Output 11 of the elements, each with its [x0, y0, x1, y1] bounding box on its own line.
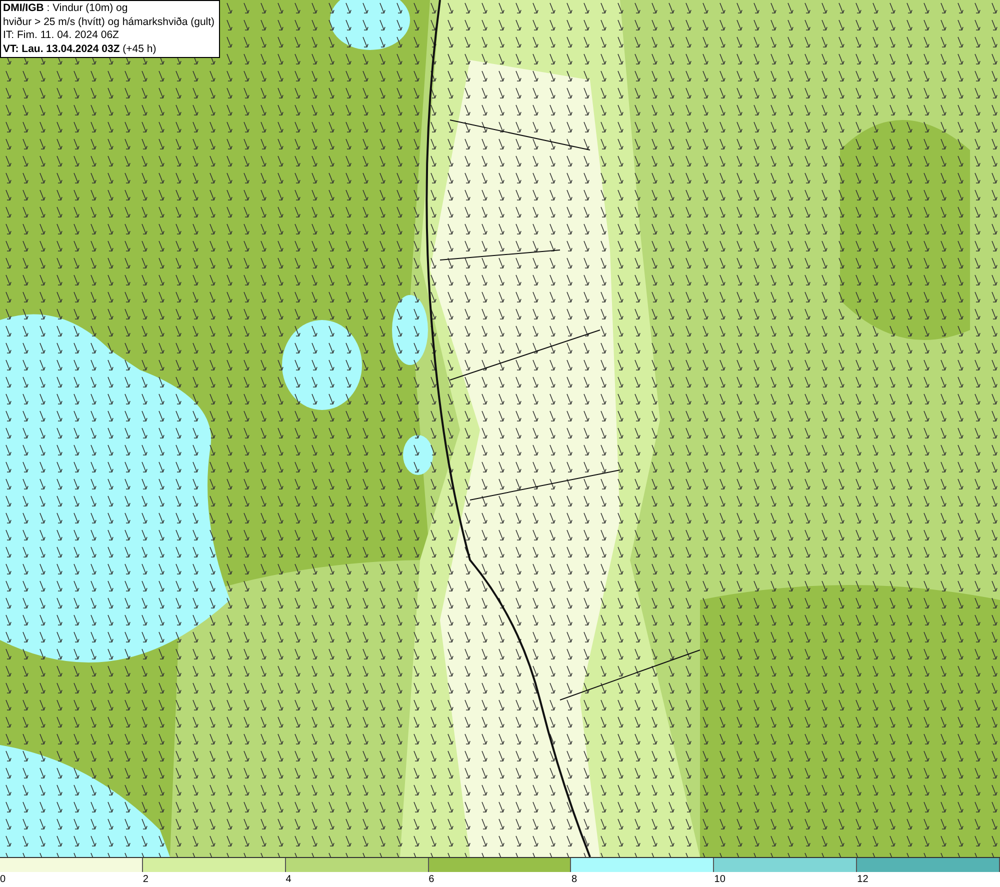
scale-tick-label: 0: [0, 874, 6, 885]
scale-tick-label: 4: [286, 874, 292, 885]
caption-line: VT: Lau. 13.04.2024 03Z (+45 h): [3, 42, 158, 56]
caption-line: hviður > 25 m/s (hvítt) og hámarkshviða (gult): [3, 16, 215, 29]
caption-line: IT: Fim. 11. 04. 2024 06Z: [3, 29, 120, 42]
caption-line: DMI/IGB : Vindur (10m) og: [3, 2, 129, 16]
scale-tick-label: 2: [142, 874, 148, 885]
scale-tick-label: 8: [571, 874, 577, 885]
scale-tick-label: 10: [714, 874, 726, 885]
scale-tick-label: 12: [857, 874, 868, 885]
scale-tick-label: 6: [428, 874, 434, 885]
